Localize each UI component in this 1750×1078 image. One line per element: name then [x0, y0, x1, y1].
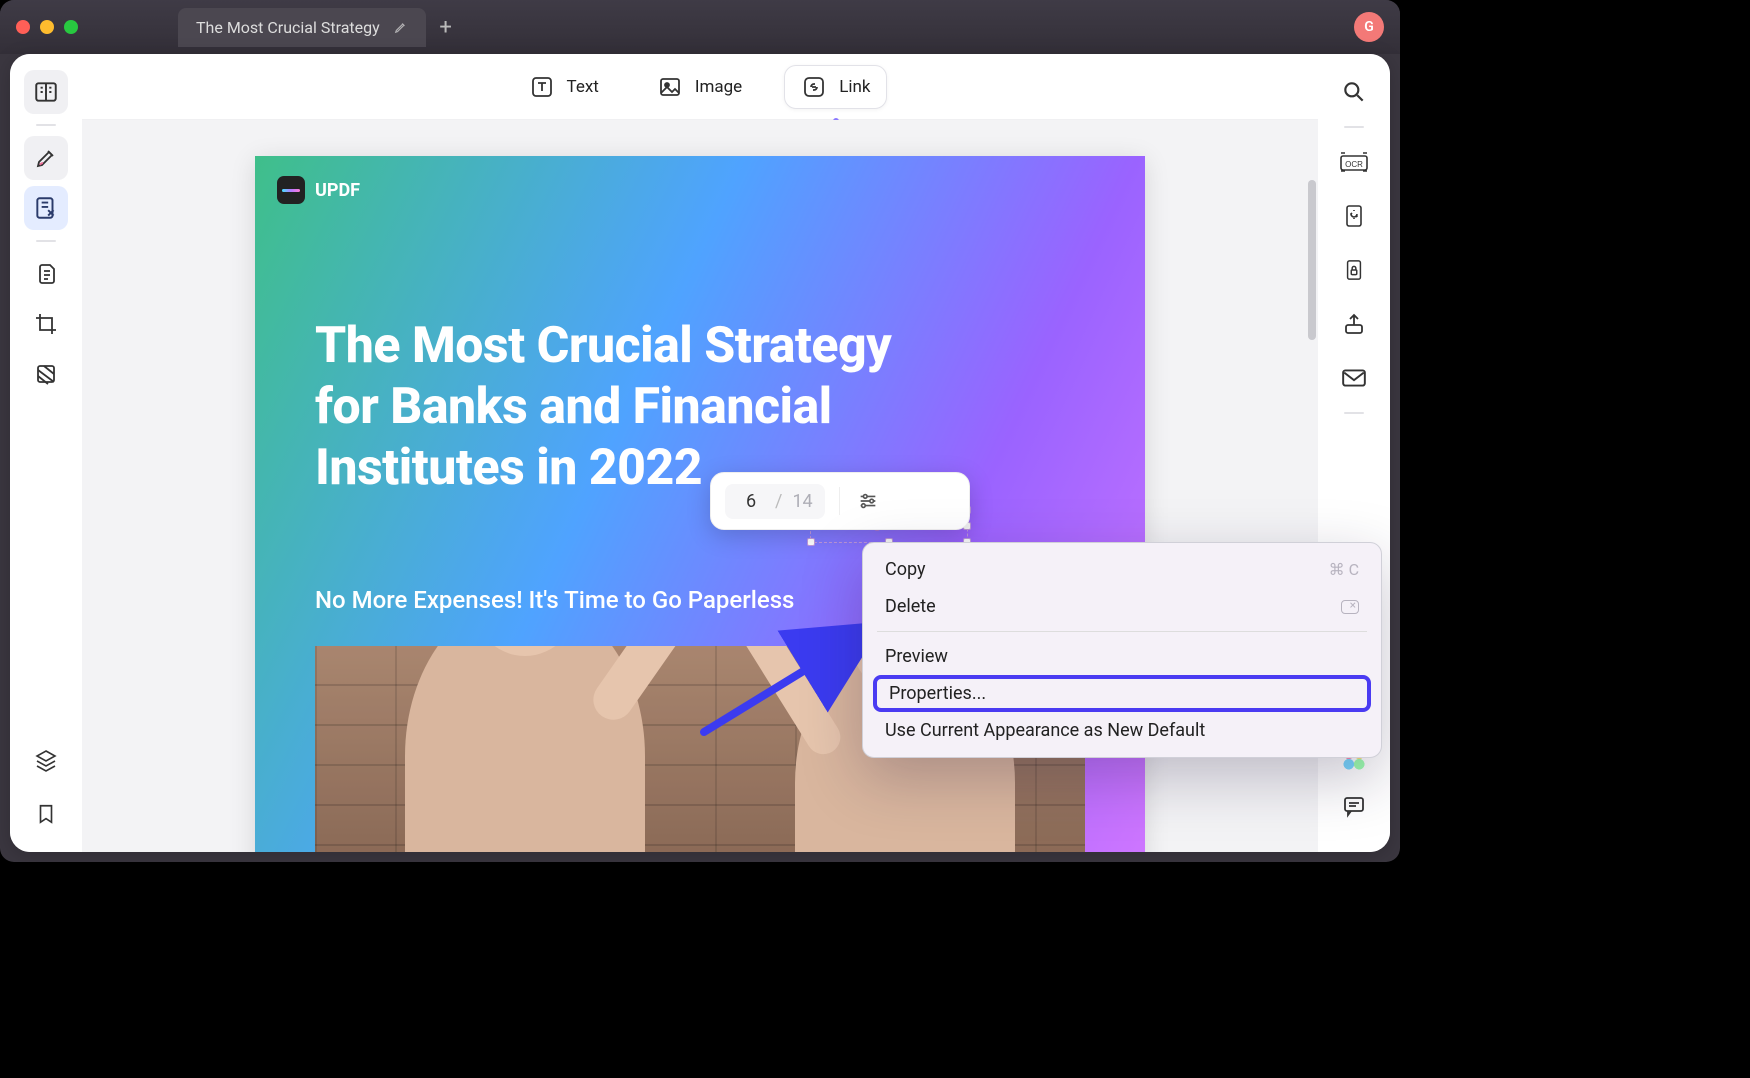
- new-tab-button[interactable]: +: [432, 13, 460, 41]
- protect-button[interactable]: [1332, 248, 1376, 292]
- link-icon: [801, 74, 827, 100]
- edit-toolbar: Text Image Link: [82, 54, 1318, 120]
- tool-link[interactable]: Link: [784, 65, 887, 109]
- convert-button[interactable]: [1332, 194, 1376, 238]
- sidebar-divider: [36, 240, 56, 242]
- context-delete-label: Delete: [885, 596, 936, 617]
- delete-icon: [1341, 600, 1359, 614]
- tool-text[interactable]: Text: [513, 66, 615, 108]
- brand-label: UPDF: [315, 180, 360, 201]
- tab-title: The Most Crucial Strategy: [196, 18, 380, 37]
- context-use-default[interactable]: Use Current Appearance as New Default: [863, 712, 1381, 749]
- rename-icon[interactable]: [394, 20, 408, 34]
- page-target-field[interactable]: / 14: [725, 484, 825, 519]
- sidebar-divider: [1344, 126, 1364, 128]
- brand-icon: [277, 176, 305, 204]
- context-properties[interactable]: Properties...: [873, 675, 1371, 712]
- window-controls: [16, 20, 78, 34]
- scrollbar[interactable]: [1308, 180, 1316, 340]
- svg-text:OCR: OCR: [1345, 160, 1363, 169]
- context-divider: [877, 631, 1367, 632]
- context-copy-label: Copy: [885, 559, 926, 580]
- text-icon: [529, 74, 555, 100]
- context-use-default-label: Use Current Appearance as New Default: [885, 720, 1205, 741]
- highlighter-tool-button[interactable]: [24, 136, 68, 180]
- app-window: The Most Crucial Strategy + G: [0, 0, 1400, 862]
- context-preview[interactable]: Preview: [863, 638, 1381, 675]
- crop-tool-button[interactable]: [24, 302, 68, 346]
- page-title: The Most Crucial Strategy for Banks and …: [315, 316, 1085, 499]
- left-sidebar: [10, 54, 82, 852]
- title-line: Institutes in 2022: [315, 439, 702, 497]
- context-menu: Copy ⌘ C Delete Preview Properties... Us…: [862, 542, 1382, 758]
- title-line: The Most Crucial Strategy: [315, 317, 891, 375]
- layers-button[interactable]: [24, 738, 68, 782]
- resize-handle[interactable]: [807, 538, 815, 546]
- popover-divider: [839, 487, 840, 515]
- bookmark-button[interactable]: [24, 792, 68, 836]
- context-preview-label: Preview: [885, 646, 948, 667]
- brand-logo: UPDF: [277, 176, 360, 204]
- app-body: Text Image Link: [10, 54, 1390, 852]
- zoom-window-button[interactable]: [64, 20, 78, 34]
- context-delete[interactable]: Delete: [863, 588, 1381, 625]
- image-icon: [657, 74, 683, 100]
- document-tab[interactable]: The Most Crucial Strategy: [178, 8, 426, 47]
- context-copy-shortcut: ⌘ C: [1329, 560, 1359, 579]
- sidebar-divider: [36, 124, 56, 126]
- pages-panel-button[interactable]: [24, 252, 68, 296]
- comment-button[interactable]: [1332, 784, 1376, 828]
- page-separator: /: [775, 491, 782, 512]
- tool-image-label: Image: [695, 77, 742, 97]
- context-properties-label: Properties...: [889, 683, 986, 704]
- page-subtitle: No More Expenses! It's Time to Go Paperl…: [315, 586, 794, 614]
- page-number-input[interactable]: [737, 490, 765, 513]
- close-window-button[interactable]: [16, 20, 30, 34]
- search-button[interactable]: [1332, 70, 1376, 114]
- ocr-button[interactable]: OCR: [1332, 140, 1376, 184]
- titlebar: The Most Crucial Strategy + G: [0, 0, 1400, 54]
- tab-strip: The Most Crucial Strategy +: [178, 8, 460, 47]
- tool-text-label: Text: [567, 77, 599, 97]
- email-button[interactable]: [1332, 356, 1376, 400]
- avatar-initial: G: [1364, 19, 1374, 35]
- page-total: 14: [792, 491, 812, 512]
- link-settings-button[interactable]: [854, 487, 882, 515]
- link-target-popover: / 14: [710, 472, 970, 530]
- minimize-window-button[interactable]: [40, 20, 54, 34]
- share-button[interactable]: [1332, 302, 1376, 346]
- context-copy[interactable]: Copy ⌘ C: [863, 551, 1381, 588]
- reader-mode-button[interactable]: [24, 70, 68, 114]
- tool-link-label: Link: [839, 77, 870, 97]
- avatar[interactable]: G: [1354, 12, 1384, 42]
- title-line: for Banks and Financial: [315, 378, 832, 436]
- tool-image[interactable]: Image: [641, 66, 758, 108]
- edit-tool-button[interactable]: [24, 186, 68, 230]
- photo-person: [405, 646, 645, 852]
- sidebar-divider: [1344, 412, 1364, 414]
- redact-tool-button[interactable]: [24, 352, 68, 396]
